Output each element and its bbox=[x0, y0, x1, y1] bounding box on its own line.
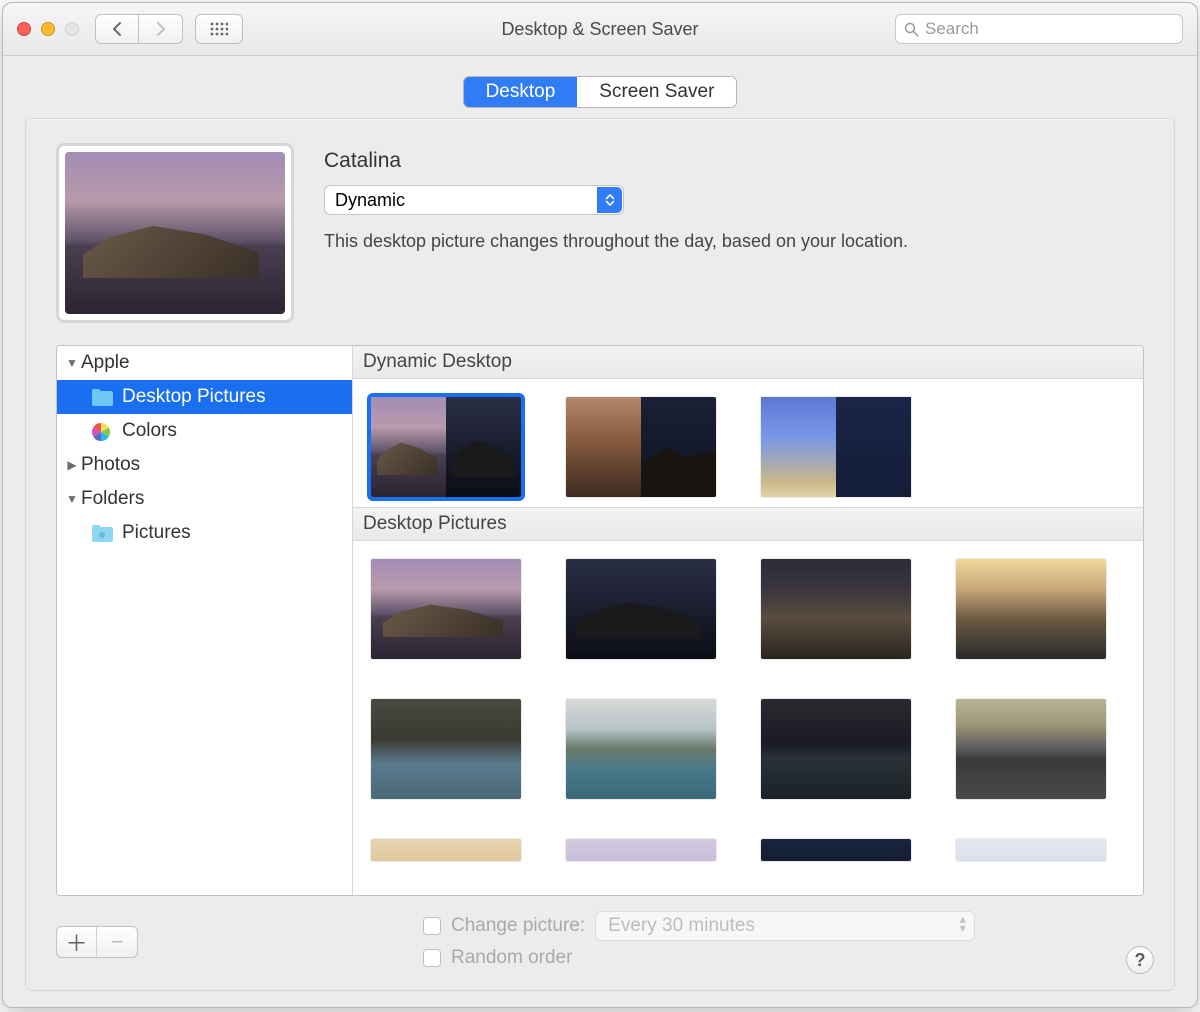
pictures-folder-icon bbox=[91, 524, 114, 543]
grid-button[interactable] bbox=[195, 14, 243, 44]
folder-icon bbox=[91, 388, 114, 407]
wallpaper-thumb[interactable] bbox=[371, 699, 521, 799]
bottom-row: ＋ − Change picture: Every 30 minutes ▲▼ bbox=[56, 910, 1144, 974]
zoom-button bbox=[65, 22, 79, 36]
add-remove-buttons: ＋ − bbox=[56, 926, 138, 958]
tab-screen-saver[interactable]: Screen Saver bbox=[577, 77, 736, 107]
dynamic-mode-dropdown[interactable]: Dynamic bbox=[324, 185, 624, 215]
wallpaper-thumb[interactable] bbox=[956, 559, 1106, 659]
wallpaper-thumb[interactable] bbox=[761, 839, 911, 861]
sidebar-group-folders[interactable]: ▼ Folders bbox=[57, 482, 352, 516]
color-wheel-icon bbox=[91, 422, 114, 441]
disclosure-down-icon: ▼ bbox=[65, 356, 79, 370]
remove-folder-button: − bbox=[97, 927, 137, 957]
titlebar: Desktop & Screen Saver Search bbox=[3, 3, 1197, 56]
search-field[interactable]: Search bbox=[895, 14, 1183, 44]
nav-buttons bbox=[95, 14, 183, 44]
wallpaper-name: Catalina bbox=[324, 149, 1144, 173]
dropdown-stepper-icon: ▲▼ bbox=[957, 916, 968, 934]
search-icon bbox=[904, 22, 919, 37]
section-header-pictures: Desktop Pictures bbox=[353, 507, 1143, 541]
sidebar-item-colors[interactable]: Colors bbox=[57, 414, 352, 448]
wallpaper-gallery[interactable]: Dynamic Desktop Desktop Pictures bbox=[353, 346, 1143, 895]
disclosure-down-icon: ▼ bbox=[65, 492, 79, 506]
preferences-window: Desktop & Screen Saver Search Desktop Sc… bbox=[2, 2, 1198, 1008]
wallpaper-thumb[interactable] bbox=[566, 559, 716, 659]
close-button[interactable] bbox=[17, 22, 31, 36]
change-picture-label: Change picture: bbox=[451, 915, 585, 937]
wallpaper-thumb[interactable] bbox=[371, 559, 521, 659]
forward-button[interactable] bbox=[139, 14, 183, 44]
search-placeholder: Search bbox=[925, 19, 979, 39]
tab-desktop[interactable]: Desktop bbox=[464, 77, 578, 107]
help-button[interactable]: ? bbox=[1126, 946, 1154, 974]
current-wallpaper-preview bbox=[56, 143, 294, 323]
panel: Catalina Dynamic This desktop picture ch… bbox=[25, 118, 1175, 991]
back-button[interactable] bbox=[95, 14, 139, 44]
wallpaper-thumb[interactable] bbox=[566, 699, 716, 799]
wallpaper-thumb[interactable] bbox=[566, 839, 716, 861]
sidebar-group-apple[interactable]: ▼ Apple bbox=[57, 346, 352, 380]
wallpaper-thumb[interactable] bbox=[761, 699, 911, 799]
picker: ▼ Apple Desktop Pictures bbox=[56, 345, 1144, 896]
source-sidebar[interactable]: ▼ Apple Desktop Pictures bbox=[57, 346, 353, 895]
preview-image bbox=[65, 152, 285, 314]
wallpaper-thumb[interactable] bbox=[566, 397, 716, 497]
dropdown-value: Dynamic bbox=[335, 190, 405, 211]
disclosure-right-icon: ▶ bbox=[65, 458, 79, 472]
random-order-checkbox bbox=[423, 949, 441, 967]
sidebar-item-pictures[interactable]: Pictures bbox=[57, 516, 352, 550]
traffic-lights bbox=[17, 22, 79, 36]
section-header-dynamic: Dynamic Desktop bbox=[353, 346, 1143, 379]
wallpaper-thumb[interactable] bbox=[761, 397, 911, 497]
tab-bar: Desktop Screen Saver bbox=[25, 76, 1175, 108]
interval-dropdown: Every 30 minutes ▲▼ bbox=[595, 911, 975, 941]
content: Desktop Screen Saver Catalina Dynamic bbox=[3, 56, 1197, 1007]
wallpaper-thumb[interactable] bbox=[371, 839, 521, 861]
wallpaper-thumb[interactable] bbox=[761, 559, 911, 659]
sidebar-item-desktop-pictures[interactable]: Desktop Pictures bbox=[57, 380, 352, 414]
sidebar-group-photos[interactable]: ▶ Photos bbox=[57, 448, 352, 482]
add-folder-button[interactable]: ＋ bbox=[57, 927, 97, 957]
dropdown-stepper-icon bbox=[597, 187, 622, 213]
wallpaper-thumb[interactable] bbox=[956, 839, 1106, 861]
change-options: Change picture: Every 30 minutes ▲▼ Rand… bbox=[423, 910, 975, 974]
wallpaper-description: This desktop picture changes throughout … bbox=[324, 231, 1144, 252]
minimize-button[interactable] bbox=[41, 22, 55, 36]
random-order-label: Random order bbox=[451, 947, 572, 969]
header-row: Catalina Dynamic This desktop picture ch… bbox=[56, 143, 1144, 323]
wallpaper-thumb[interactable] bbox=[956, 699, 1106, 799]
wallpaper-thumb[interactable] bbox=[371, 397, 521, 497]
change-picture-checkbox[interactable] bbox=[423, 917, 441, 935]
